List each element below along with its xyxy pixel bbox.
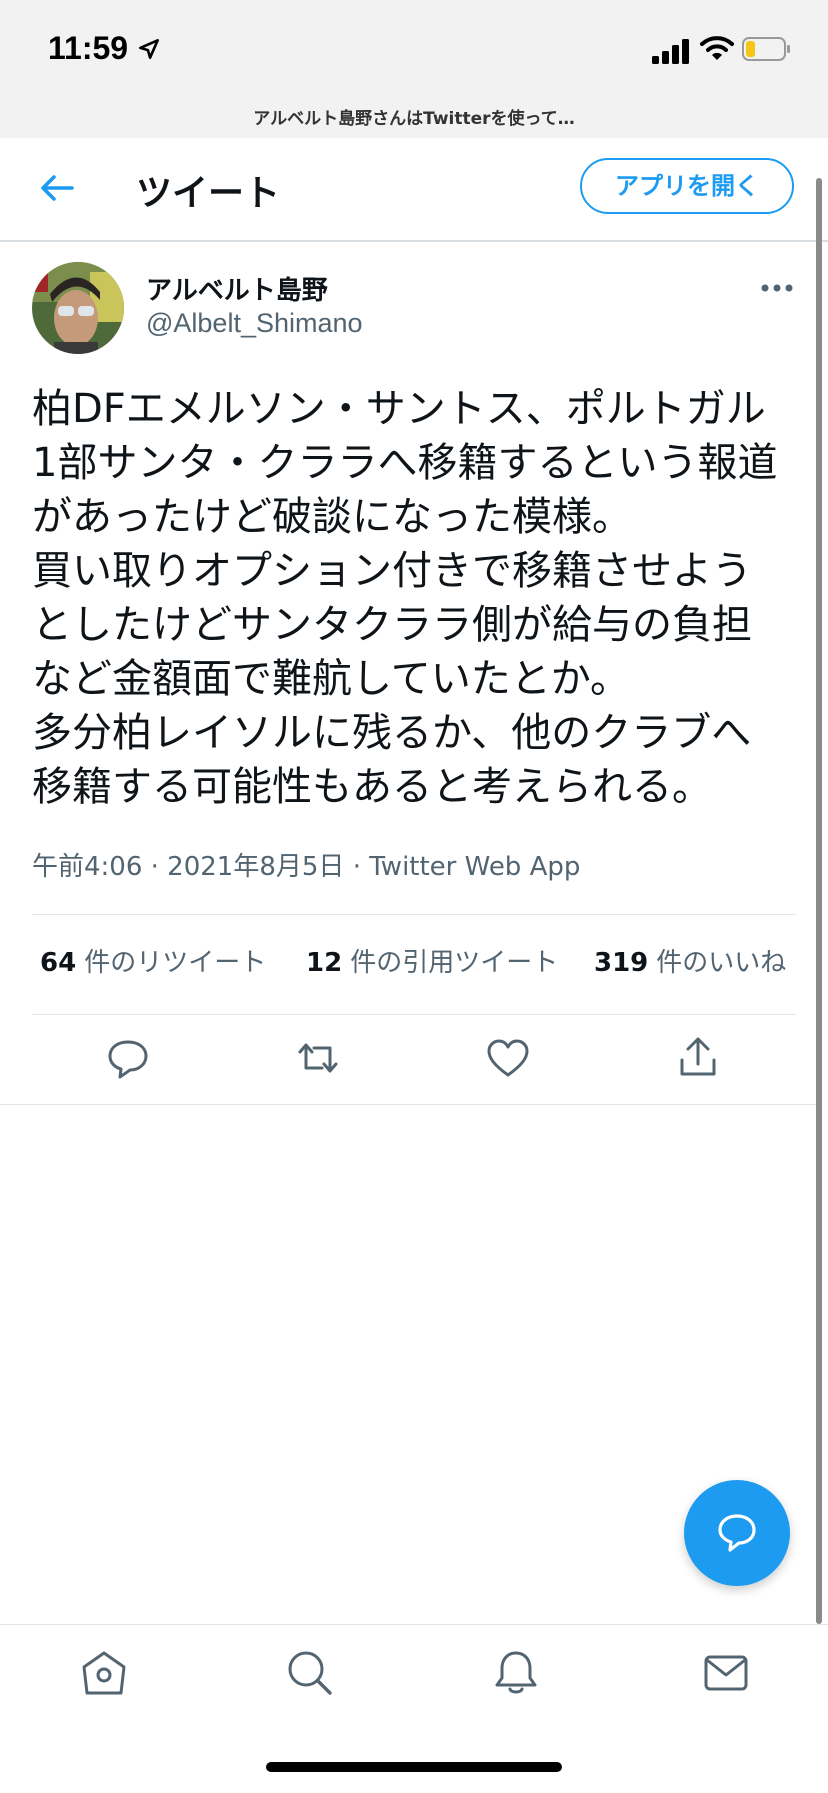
compose-reply-icon bbox=[718, 1514, 756, 1552]
search-icon[interactable] bbox=[284, 1647, 336, 1699]
tweet-header: ツイート アプリを開く bbox=[0, 138, 828, 242]
retweets-stat[interactable]: 64 件のリツイート bbox=[40, 942, 266, 979]
divider bbox=[32, 1014, 796, 1015]
like-count: 319 bbox=[594, 948, 649, 978]
more-options-icon[interactable] bbox=[760, 278, 794, 298]
page-title: ツイート bbox=[136, 173, 281, 214]
retweet-label: 件のリツイート bbox=[84, 948, 267, 978]
author-name[interactable]: アルベルト島野 bbox=[146, 270, 328, 307]
status-bar: 11:59 アルベルト島野さんはTwitterを使って… bbox=[0, 0, 828, 138]
battery-icon bbox=[742, 37, 790, 61]
browser-page-title: アルベルト島野さんはTwitterを使って… bbox=[253, 109, 575, 129]
quote-label: 件の引用ツイート bbox=[350, 948, 559, 978]
notifications-icon[interactable] bbox=[490, 1647, 542, 1699]
retweet-icon[interactable] bbox=[294, 1034, 342, 1082]
status-time: 11:59 bbox=[48, 30, 129, 66]
home-indicator bbox=[266, 1762, 562, 1772]
author-avatar[interactable] bbox=[32, 262, 124, 354]
like-label: 件のいいね bbox=[656, 948, 787, 978]
location-arrow-icon bbox=[139, 39, 159, 59]
tweet-text: 柏DFエメルソン・サントス、ポルトガル 1部サンタ・クララへ移籍するという報道 … bbox=[32, 386, 778, 810]
tweet-stats: 64 件のリツイート 12 件の引用ツイート 319 件のいいね bbox=[32, 942, 802, 982]
tweet-timestamp[interactable]: 午前4:06 · 2021年8月5日 · Twitter Web App bbox=[32, 846, 580, 883]
tweet-actions bbox=[0, 1034, 828, 1094]
reply-icon[interactable] bbox=[104, 1034, 152, 1082]
divider bbox=[0, 1104, 816, 1105]
wifi-icon bbox=[700, 36, 734, 60]
author-handle[interactable]: @Albelt_Shimano bbox=[146, 308, 363, 339]
like-icon[interactable] bbox=[484, 1034, 532, 1082]
cellular-signal-icon bbox=[652, 39, 689, 64]
scrollbar[interactable] bbox=[816, 178, 822, 1624]
share-icon[interactable] bbox=[674, 1034, 722, 1082]
compose-tweet-button[interactable] bbox=[684, 1480, 790, 1586]
back-arrow-icon[interactable] bbox=[38, 168, 78, 208]
quote-tweets-stat[interactable]: 12 件の引用ツイート bbox=[306, 942, 558, 979]
home-icon[interactable] bbox=[78, 1647, 130, 1699]
divider bbox=[32, 914, 796, 915]
open-app-button[interactable]: アプリを開く bbox=[580, 158, 794, 214]
messages-icon[interactable] bbox=[700, 1647, 752, 1699]
quote-count: 12 bbox=[306, 948, 343, 978]
likes-stat[interactable]: 319 件のいいね bbox=[594, 942, 786, 979]
retweet-count: 64 bbox=[40, 948, 77, 978]
